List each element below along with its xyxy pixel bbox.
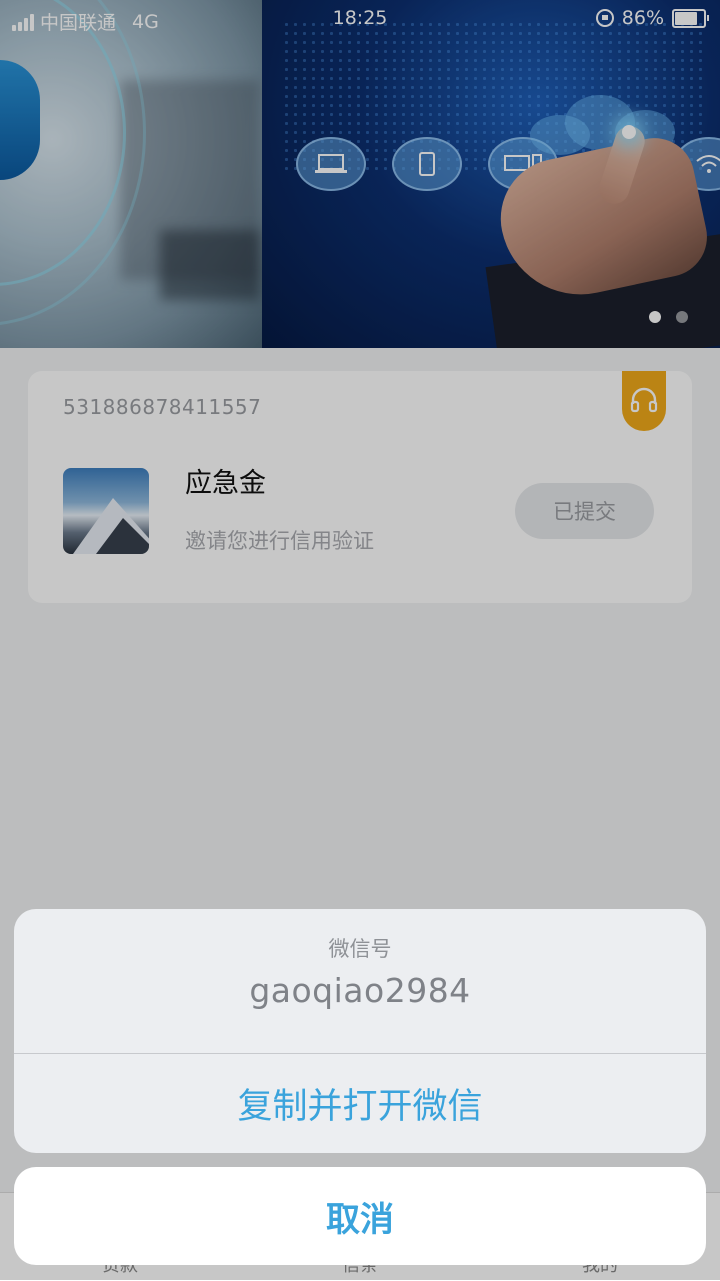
sheet-title: 微信号 [328,937,392,961]
action-sheet: 微信号 gaoqiao2984 复制并打开微信 [14,909,706,1153]
cancel-button[interactable]: 取消 [14,1167,706,1265]
wechat-id: gaoqiao2984 [249,971,471,1010]
copy-open-wechat-button[interactable]: 复制并打开微信 [14,1054,706,1153]
